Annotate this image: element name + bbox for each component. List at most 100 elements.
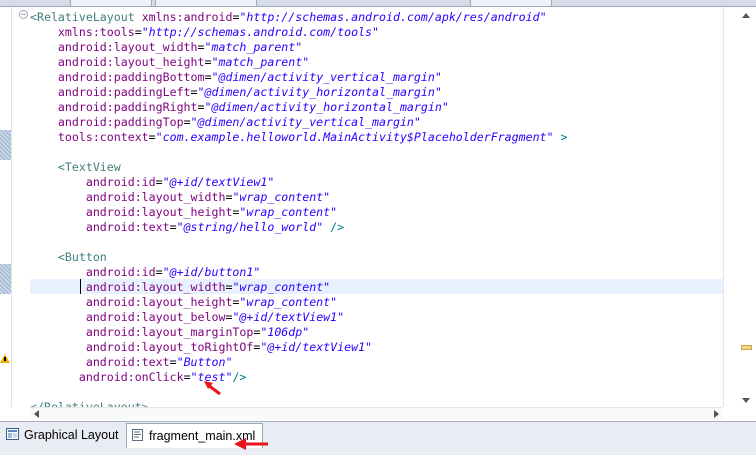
- editor-gutter: [0, 7, 12, 407]
- code-token: xmlns:android: [141, 10, 233, 24]
- code-line: tools:context="com.example.helloworld.Ma…: [30, 130, 568, 145]
- code-token: "wrap_content": [239, 295, 338, 309]
- code-token: android:layout_height: [30, 55, 205, 69]
- code-line: <RelativeLayout xmlns:android="http://sc…: [30, 10, 547, 25]
- horizontal-scrollbar[interactable]: [30, 407, 723, 420]
- code-token: android:layout_width: [30, 40, 198, 54]
- vertical-scrollbar[interactable]: [740, 14, 754, 402]
- code-token: =: [204, 55, 212, 69]
- code-line: android:paddingTop="@dimen/activity_vert…: [30, 115, 421, 130]
- code-token: =: [197, 40, 205, 54]
- code-line: android:text="Button": [30, 355, 233, 370]
- code-token: "@string/hello_world": [176, 220, 324, 234]
- code-token: "@+id/button1": [162, 265, 261, 279]
- code-line: android:layout_height="wrap_content": [30, 295, 337, 310]
- code-line: android:text="@string/hello_world" />: [30, 220, 344, 235]
- code-token: xmlns:tools: [30, 25, 135, 39]
- code-token: "match_parent": [211, 55, 310, 69]
- code-token: "com.example.helloworld.MainActivity$Pla…: [155, 130, 554, 144]
- code-token: tools:context: [30, 130, 149, 144]
- code-line: <Button: [30, 250, 107, 265]
- code-token: android:paddingBottom: [30, 70, 205, 84]
- code-line: android:layout_below="@+id/textView1": [30, 310, 344, 325]
- code-token: "http://schemas.android.com/apk/res/andr…: [239, 10, 547, 24]
- code-token: "wrap_content": [232, 280, 331, 294]
- code-line: <TextView: [30, 160, 121, 175]
- scroll-down-arrow-icon[interactable]: [742, 398, 750, 403]
- annotation-arrow-icon: [234, 438, 268, 450]
- code-token: "@+id/textView1": [260, 340, 373, 354]
- code-token: android:layout_height: [30, 295, 233, 309]
- code-line: android:paddingLeft="@dimen/activity_hor…: [30, 85, 442, 100]
- code-token: =: [183, 115, 191, 129]
- editor-tab-strip: [0, 0, 756, 7]
- code-token: <RelativeLayout: [30, 10, 142, 24]
- code-token: >: [553, 130, 568, 144]
- code-token: "106dp": [260, 325, 310, 339]
- code-token: android:layout_height: [30, 205, 233, 219]
- tab-graphical-layout[interactable]: Graphical Layout: [2, 423, 120, 447]
- code-token: =: [134, 25, 142, 39]
- code-token: <TextView: [30, 160, 121, 174]
- code-line: android:layout_marginTop="106dp": [30, 325, 309, 340]
- code-token: "@dimen/activity_horizontal_margin": [197, 85, 442, 99]
- code-line: android:layout_toRightOf="@+id/textView1…: [30, 340, 372, 355]
- warning-icon[interactable]: [0, 354, 10, 363]
- editor-tab[interactable]: [470, 0, 552, 7]
- code-token: android:text: [30, 220, 170, 234]
- code-token: "Button": [176, 355, 233, 369]
- code-line: android:layout_height="match_parent": [30, 55, 309, 70]
- xml-code-editor[interactable]: <RelativeLayout xmlns:android="http://sc…: [30, 7, 723, 407]
- tab-label: Graphical Layout: [24, 428, 119, 442]
- code-line: android:id="@+id/button1": [30, 265, 261, 280]
- code-token: android:paddingRight: [30, 100, 198, 114]
- code-line: android:paddingRight="@dimen/activity_ho…: [30, 100, 449, 115]
- code-line: android:layout_height="wrap_content": [30, 205, 337, 220]
- code-line: android:paddingBottom="@dimen/activity_v…: [30, 70, 442, 85]
- editor-tab[interactable]: [155, 0, 257, 7]
- code-token: android:id: [30, 265, 156, 279]
- scroll-left-arrow-icon[interactable]: [34, 410, 39, 418]
- code-token: android:text: [30, 355, 170, 369]
- code-token: "http://schemas.android.com/tools": [141, 25, 380, 39]
- code-token: />: [323, 220, 345, 234]
- code-token: android:layout_marginTop: [30, 325, 254, 339]
- layout-icon: [6, 428, 19, 440]
- code-token: android:paddingTop: [30, 115, 184, 129]
- code-token: <Button: [30, 250, 107, 264]
- text-cursor: [80, 279, 81, 294]
- code-token: =: [183, 370, 191, 384]
- code-line: android:layout_width="wrap_content": [30, 280, 330, 295]
- code-token: =: [169, 355, 177, 369]
- code-token: "@+id/textView1": [232, 310, 345, 324]
- code-line: android:id="@+id/textView1": [30, 175, 274, 190]
- code-token: "@dimen/activity_vertical_margin": [190, 115, 421, 129]
- code-token: android:onClick: [30, 370, 184, 384]
- code-token: =: [148, 130, 156, 144]
- code-token: =: [204, 70, 212, 84]
- code-token: =: [190, 85, 198, 99]
- code-token: </RelativeLayout>: [30, 400, 149, 407]
- fold-toggle-icon[interactable]: −: [19, 10, 28, 19]
- code-token: android:layout_toRightOf: [30, 340, 254, 354]
- code-token: =: [155, 175, 163, 189]
- code-token: android:layout_below: [30, 310, 226, 324]
- code-line: </RelativeLayout>: [30, 400, 149, 407]
- code-token: android:paddingLeft: [30, 85, 191, 99]
- code-token: android:id: [30, 175, 156, 189]
- code-line: android:layout_width="wrap_content": [30, 190, 330, 205]
- code-token: "@+id/textView1": [162, 175, 275, 189]
- code-token: "wrap_content": [232, 190, 331, 204]
- code-line: android:layout_width="match_parent": [30, 40, 302, 55]
- change-marker: [0, 130, 11, 160]
- code-line: xmlns:tools="http://schemas.android.com/…: [30, 25, 379, 40]
- code-token: =: [155, 265, 163, 279]
- code-token: />: [232, 370, 247, 384]
- code-token: "match_parent": [204, 40, 303, 54]
- change-marker: [0, 264, 11, 294]
- annotation-arrow-icon: [204, 381, 221, 396]
- editor-tab[interactable]: [70, 0, 152, 7]
- warning-marker[interactable]: [741, 345, 752, 350]
- code-token: android:layout_width: [30, 190, 226, 204]
- scroll-right-arrow-icon[interactable]: [714, 410, 719, 418]
